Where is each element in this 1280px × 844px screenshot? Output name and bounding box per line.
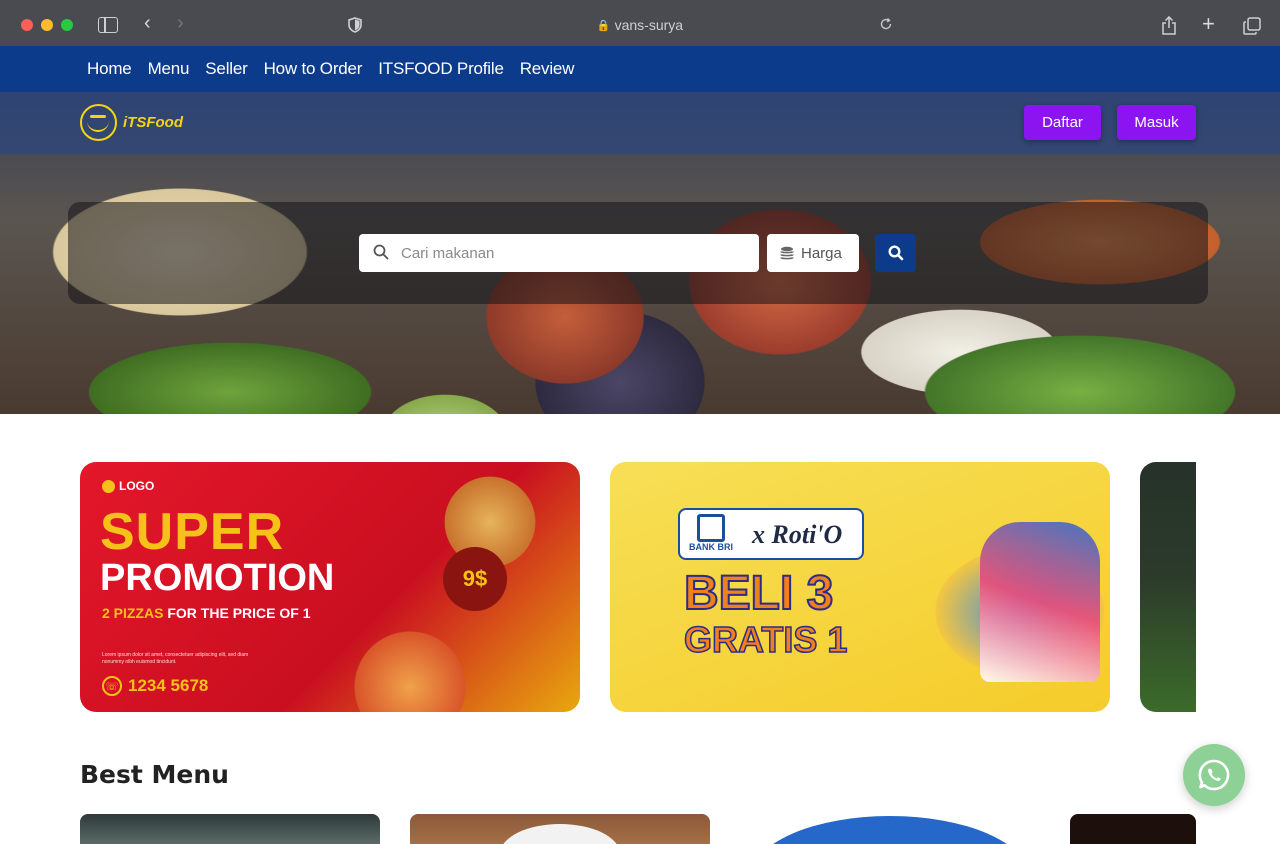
phone-icon: ☏: [102, 676, 122, 696]
nav-link-how-to-order[interactable]: How to Order: [264, 59, 363, 79]
tab-overview-icon[interactable]: [1243, 17, 1261, 40]
nav-link-itsfood-profile[interactable]: ITSFOOD Profile: [378, 59, 504, 79]
promo-logo: LOGO: [102, 479, 154, 493]
search-input[interactable]: [401, 238, 741, 268]
price-filter-label: Harga: [801, 244, 842, 262]
search-field: [359, 234, 759, 272]
nav-link-review[interactable]: Review: [520, 59, 575, 79]
search-panel: Harga: [68, 202, 1208, 304]
lock-icon: 🔒: [596, 20, 611, 32]
promo-subline: 2 PIZZAS FOR THE PRICE OF 1: [102, 605, 310, 621]
address-bar[interactable]: 🔒 vans-surya: [0, 17, 1280, 33]
search-icon: [373, 244, 391, 262]
brand-name: iTSFood: [123, 114, 183, 131]
partner-logo-text: x Roti'O: [752, 520, 843, 549]
bank-bri-logo: BANK BRI: [688, 514, 734, 558]
nav-link-home[interactable]: Home: [87, 59, 132, 79]
nav-link-menu[interactable]: Menu: [148, 59, 190, 79]
whatsapp-icon: [1198, 759, 1230, 791]
promo-phone-number: 1234 5678: [128, 676, 209, 695]
search-submit-button[interactable]: [875, 234, 916, 272]
login-button[interactable]: Masuk: [1117, 105, 1196, 140]
promo-logo-text: LOGO: [119, 479, 155, 493]
promo-subline-highlight: 2 PIZZAS: [102, 605, 164, 621]
menu-card[interactable]: [1070, 814, 1196, 844]
register-button[interactable]: Daftar: [1024, 105, 1101, 140]
share-icon[interactable]: [1161, 15, 1177, 41]
promo-headline-2: PROMOTION: [100, 557, 335, 599]
menu-card[interactable]: [80, 814, 380, 844]
bank-bri-text: BANK BRI: [689, 542, 733, 552]
bri-logo-icon: [697, 514, 725, 542]
whatsapp-chat-button[interactable]: [1183, 744, 1245, 806]
logo-dot-icon: [102, 479, 115, 493]
coins-icon: [779, 245, 795, 261]
promo-illustration: [980, 522, 1100, 682]
promo-headline-1: BELI 3: [683, 567, 834, 620]
reload-icon[interactable]: [879, 17, 893, 36]
nav-link-seller[interactable]: Seller: [205, 59, 247, 79]
menu-card[interactable]: [410, 814, 710, 844]
promo-headline-2: GRATIS 1: [683, 619, 848, 660]
best-menu-heading: Best Menu: [80, 760, 229, 789]
promo-card-bri-rotio[interactable]: BANK BRI x Roti'O BELI 3 GRATIS 1: [610, 462, 1110, 712]
bri-rotio-logo-panel: BANK BRI x Roti'O: [678, 508, 864, 560]
new-tab-icon[interactable]: +: [1202, 13, 1215, 35]
header-bar: iTSFood Daftar Masuk: [0, 92, 1280, 154]
search-submit-icon: [887, 245, 903, 261]
brand-logo-link[interactable]: iTSFood: [80, 104, 183, 141]
promo-subline-rest: FOR THE PRICE OF 1: [163, 605, 311, 621]
promo-headline-1: SUPER: [100, 503, 285, 561]
brand-logo-icon: [80, 104, 117, 141]
promo-card-partial[interactable]: [1140, 462, 1196, 712]
url-text: vans-surya: [614, 17, 684, 33]
menu-card[interactable]: [740, 814, 1040, 844]
hero-banner: iTSFood Daftar Masuk Harga: [0, 92, 1280, 414]
promo-price-badge: 9$: [443, 547, 507, 611]
main-navbar: Home Menu Seller How to Order ITSFOOD Pr…: [0, 46, 1280, 92]
price-filter-button[interactable]: Harga: [767, 234, 859, 272]
promo-phone: ☏ 1234 5678: [102, 676, 208, 696]
promo-carousel[interactable]: LOGO SUPER PROMOTION 2 PIZZAS FOR THE PR…: [80, 462, 1196, 712]
promo-card-pizza[interactable]: LOGO SUPER PROMOTION 2 PIZZAS FOR THE PR…: [80, 462, 580, 712]
promo-fine-print: Lorem ipsum dolor sit amet, consectetuer…: [102, 652, 249, 665]
browser-toolbar: ‹ › 🔒 vans-surya +: [0, 0, 1280, 46]
nav-links: Home Menu Seller How to Order ITSFOOD Pr…: [87, 46, 574, 92]
